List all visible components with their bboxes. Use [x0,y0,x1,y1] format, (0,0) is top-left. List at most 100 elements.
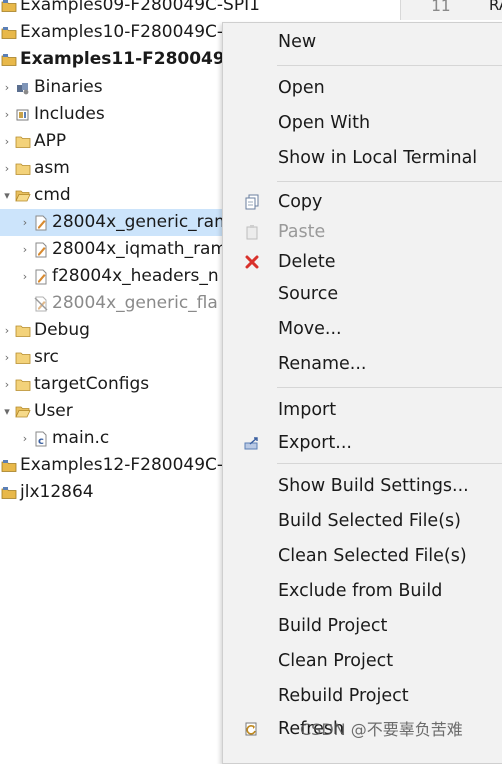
menu-item-source[interactable]: Source [223,279,502,309]
menu-item-open[interactable]: Open [223,73,502,103]
menu-item-show-in-local-terminal[interactable]: Show in Local Terminal [223,143,502,173]
menu-item-label: Show Build Settings... [278,476,469,496]
menu-item-open-with[interactable]: Open With [223,108,502,138]
tree-item[interactable]: Examples09-F280049C-SPI1 [0,0,260,19]
svg-text:c: c [38,436,44,447]
menu-item-clean-project[interactable]: Clean Project [223,646,502,676]
menu-item-delete[interactable]: Delete [223,247,502,277]
tree-item-label: cmd [34,185,71,205]
delete-icon [243,253,261,271]
cmd-file-icon [32,215,50,231]
folder-icon [14,323,32,339]
tree-item-label: main.c [52,428,110,448]
tree-item[interactable]: › c main.c [0,425,240,452]
tree-item[interactable]: › src [0,344,240,371]
folder-open-icon [14,404,32,420]
tree-item[interactable]: › f28004x_headers_n [0,263,240,290]
menu-item-label: Rebuild Project [278,686,409,706]
tree-item[interactable]: ▾ User [0,398,240,425]
project-icon [0,52,18,68]
chevron-right-icon[interactable]: › [0,108,14,121]
menu-item-copy[interactable]: Copy [223,187,502,217]
tree-item[interactable]: › APP [0,128,240,155]
project-explorer: Examples09-F280049C-SPI1 Examples10-F2800… [0,0,260,749]
tree-item[interactable]: › 28004x_iqmath_ram [0,236,240,263]
chevron-right-icon[interactable]: › [0,324,14,337]
tree-item[interactable]: 28004x_generic_fla [0,290,240,317]
tree-item[interactable]: › Binaries [0,74,240,101]
tree-item[interactable]: jlx12864 [0,479,240,506]
chevron-right-icon[interactable]: › [0,135,14,148]
editor-strip: 11 RA [400,0,502,20]
chevron-right-icon[interactable]: › [18,243,32,256]
menu-item-build-selected-file-s[interactable]: Build Selected File(s) [223,506,502,536]
paste-icon [243,223,261,241]
tree-item[interactable]: › asm [0,155,240,182]
menu-item-export[interactable]: Export... [223,428,502,458]
tree-item[interactable]: › 28004x_generic_ram [0,209,240,236]
menu-item-exclude-from-build[interactable]: Exclude from Build [223,576,502,606]
menu-item-label: Delete [278,252,336,272]
menu-item-label: New [278,32,317,52]
editor-text: RA [489,0,502,14]
chevron-right-icon[interactable]: › [0,81,14,94]
menu-item-move[interactable]: Move... [223,314,502,344]
chevron-down-icon[interactable]: ▾ [0,405,14,418]
project-icon [0,0,18,14]
menu-item-label: Move... [278,319,342,339]
chevron-right-icon[interactable]: › [18,270,32,283]
project-icon [0,458,18,474]
chevron-right-icon[interactable]: › [0,162,14,175]
tree-item-label: 28004x_generic_ram [52,212,231,232]
menu-item-rebuild-project[interactable]: Rebuild Project [223,681,502,711]
chevron-down-icon[interactable]: ▾ [0,189,14,202]
chevron-right-icon[interactable]: › [0,378,14,391]
tree-item-label: jlx12864 [20,482,94,502]
context-menu: New Open Open With Show in Local Terminal Co… [222,22,502,764]
tree-item-label: 28004x_iqmath_ram [52,239,228,259]
menu-separator [277,181,502,182]
folder-open-icon [14,188,32,204]
tree-item[interactable]: Examples10-F280049C- [0,19,240,46]
tree-item[interactable]: Examples12-F280049C- [0,452,240,479]
tree-item-label: src [34,347,59,367]
tree-item[interactable]: › Includes [0,101,240,128]
tree-item-label: Examples10-F280049C- [20,22,224,42]
tree-item[interactable]: ▾ cmd [0,182,240,209]
chevron-right-icon[interactable]: › [0,351,14,364]
binaries-icon [14,80,32,96]
tree-item-label: f28004x_headers_n [52,266,219,286]
chevron-right-icon[interactable]: › [18,216,32,229]
menu-item-label: Clean Selected File(s) [278,546,467,566]
includes-icon [14,107,32,123]
tree-item[interactable]: › targetConfigs [0,371,240,398]
menu-separator [277,65,502,66]
menu-item-label: Clean Project [278,651,394,671]
tree-item[interactable]: › Debug [0,317,240,344]
menu-item-label: Open With [278,113,371,133]
menu-item-label: Source [278,284,339,304]
menu-item-clean-selected-file-s[interactable]: Clean Selected File(s) [223,541,502,571]
menu-item-label: Show in Local Terminal [278,148,478,168]
menu-item-import[interactable]: Import [223,395,502,425]
folder-icon [14,350,32,366]
chevron-right-icon[interactable]: › [18,432,32,445]
tree-item-label: User [34,401,73,421]
menu-item-label: Build Selected File(s) [278,511,461,531]
tree-item-label: APP [34,131,67,151]
tree-item-label: 28004x_generic_fla [52,293,218,313]
menu-item-new[interactable]: New [223,27,502,57]
tree-item[interactable]: Examples11-F280049C [0,46,240,73]
cmd-file-excluded-icon [32,296,50,312]
menu-item-build-project[interactable]: Build Project [223,611,502,641]
export-icon [243,434,261,452]
tree-item-label: asm [34,158,70,178]
copy-icon [243,193,261,211]
tree-item-label: Examples12-F280049C- [20,455,224,475]
menu-separator [277,387,502,388]
menu-item-rename[interactable]: Rename... [223,349,502,379]
menu-item-label: Paste [278,222,326,242]
menu-item-show-build-settings[interactable]: Show Build Settings... [223,471,502,501]
tree-item-label: targetConfigs [34,374,150,394]
menu-item-label: Exclude from Build [278,581,443,601]
